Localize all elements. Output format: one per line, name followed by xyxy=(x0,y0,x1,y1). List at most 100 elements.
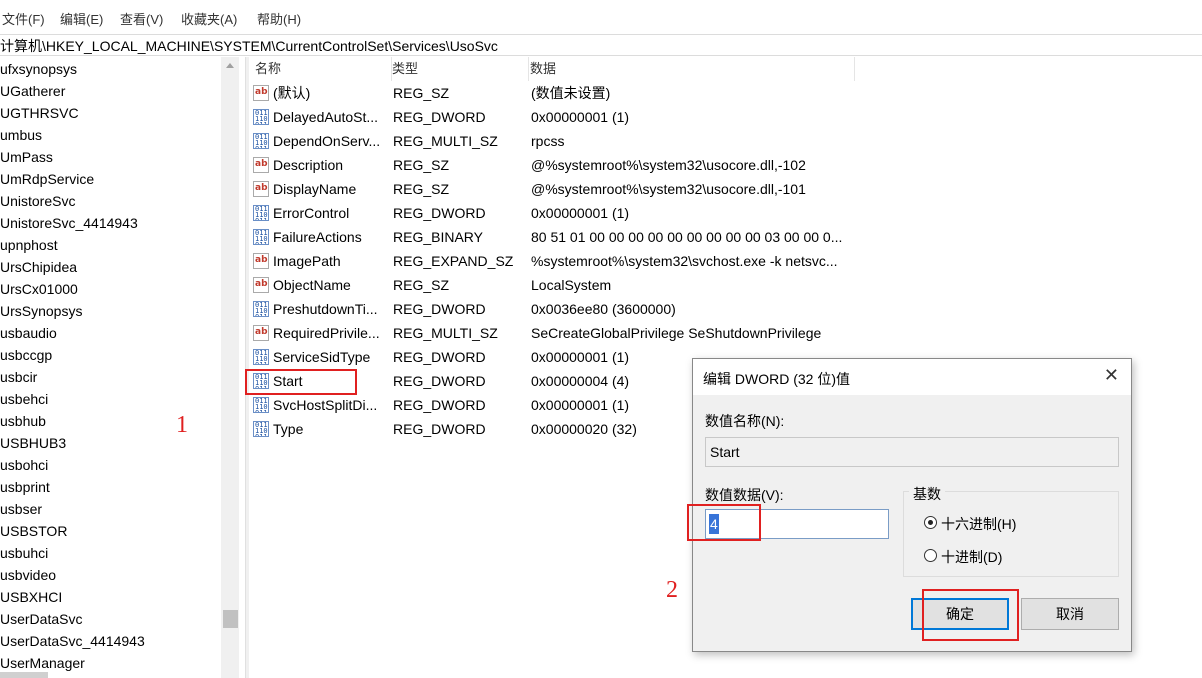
tree-item[interactable]: umbus xyxy=(0,124,42,146)
value-name: DisplayName xyxy=(273,181,357,197)
tree-item[interactable]: usbuhci xyxy=(0,542,48,564)
string-value-icon: ab xyxy=(253,85,269,101)
cancel-button[interactable]: 取消 xyxy=(1021,598,1119,630)
tree-item[interactable]: usbohci xyxy=(0,454,48,476)
tree-item[interactable]: UrsSynopsys xyxy=(0,300,82,322)
value-name: DependOnServ... xyxy=(273,133,381,149)
value-type: REG_SZ xyxy=(393,85,450,101)
value-type: REG_DWORD xyxy=(393,349,486,365)
value-type: REG_BINARY xyxy=(393,229,483,245)
value-name: FailureActions xyxy=(273,229,362,245)
value-name: (默认) xyxy=(273,85,311,101)
value-data: rpcss xyxy=(531,133,565,149)
string-value-icon: ab xyxy=(253,277,269,293)
binary-value-icon: 011 110 011 xyxy=(253,133,269,149)
value-name: ErrorControl xyxy=(273,205,350,221)
value-name: PreshutdownTi... xyxy=(273,301,378,317)
tree-item[interactable]: usbhub xyxy=(0,410,46,432)
value-name: ImagePath xyxy=(273,253,341,269)
tree-scrollbar[interactable] xyxy=(221,57,239,678)
string-value-icon: ab xyxy=(253,181,269,197)
start-highlight-box xyxy=(245,369,357,395)
tree-item[interactable]: usbvideo xyxy=(0,564,56,586)
scroll-thumb[interactable] xyxy=(223,610,238,628)
value-data: 0x00000001 (1) xyxy=(531,205,630,221)
tree-item[interactable]: UserDataSvc xyxy=(0,608,82,630)
string-value-icon: ab xyxy=(253,157,269,173)
value-type: REG_DWORD xyxy=(393,421,486,437)
tree-item[interactable]: usbser xyxy=(0,498,42,520)
value-type: REG_SZ xyxy=(393,181,450,197)
value-name: ServiceSidType xyxy=(273,349,371,365)
decimal-radio[interactable] xyxy=(924,549,937,562)
tree-item[interactable]: ufxsynopsys xyxy=(0,58,77,80)
value-type: REG_DWORD xyxy=(393,397,486,413)
annotation-number-1: 1 xyxy=(176,412,188,438)
value-row[interactable]: 011 110 011 PreshutdownTi... REG_DWORD 0x00… xyxy=(249,297,869,321)
menu-favorites[interactable]: 收藏夹(A) xyxy=(181,9,237,28)
tree-item[interactable]: upnphost xyxy=(0,234,58,256)
dialog-title: 编辑 DWORD (32 位)值 xyxy=(703,371,850,387)
key-tree: ufxsynopsys UGatherer UGTHRSVC umbus UmPass U… xyxy=(0,57,240,678)
menu-file[interactable]: 文件(F) xyxy=(2,9,45,28)
binary-value-icon: 011 110 011 xyxy=(253,229,269,245)
tree-item[interactable]: usbaudio xyxy=(0,322,57,344)
value-data: 0x0036ee80 (3600000) xyxy=(531,301,676,317)
tree-item[interactable]: USBHUB3 xyxy=(0,432,66,454)
tree-item[interactable]: UserDataSvc_4414943 xyxy=(0,630,145,652)
tree-item[interactable]: UserManager xyxy=(0,652,85,674)
value-row[interactable]: ab ImagePath REG_EXPAND_SZ %systemroot%\sys… xyxy=(249,249,869,273)
tree-item[interactable]: UrsChipidea xyxy=(0,256,77,278)
value-data: @%systemroot%\system32\usocore.dll,-102 xyxy=(531,157,806,173)
ok-highlight-box xyxy=(922,589,1019,641)
binary-value-icon: 011 110 011 xyxy=(253,397,269,413)
tree-item[interactable]: UnistoreSvc_4414943 xyxy=(0,212,138,234)
tree-item[interactable]: UmRdpService xyxy=(0,168,94,190)
tree-horizontal-scroll-thumb[interactable] xyxy=(0,672,48,678)
column-header-data[interactable]: 数据 xyxy=(524,57,855,81)
address-path[interactable]: 计算机\HKEY_LOCAL_MACHINE\SYSTEM\CurrentCon… xyxy=(0,36,498,56)
tree-item[interactable]: USBXHCI xyxy=(0,586,62,608)
scroll-up-arrow-icon[interactable] xyxy=(226,63,234,68)
tree-item[interactable]: UrsCx01000 xyxy=(0,278,78,300)
hex-radio-label[interactable]: 十六进制(H) xyxy=(941,514,1016,534)
value-row[interactable]: ab RequiredPrivile... REG_MULTI_SZ SeCreate… xyxy=(249,321,869,345)
value-name: SvcHostSplitDi... xyxy=(273,397,378,413)
tree-item[interactable]: usbprint xyxy=(0,476,50,498)
value-name-label: 数值名称(N): xyxy=(705,413,785,429)
column-header-type[interactable]: 类型 xyxy=(386,57,529,81)
column-header-name[interactable]: 名称 xyxy=(249,57,392,81)
value-row[interactable]: ab (默认) REG_SZ (数值未设置) xyxy=(249,81,869,105)
value-row[interactable]: ab ObjectName REG_SZ LocalSystem xyxy=(249,273,869,297)
tree-item[interactable]: UGTHRSVC xyxy=(0,102,79,124)
value-data: 80 51 01 00 00 00 00 00 00 00 00 00 03 0… xyxy=(531,229,843,245)
value-row[interactable]: ab DisplayName REG_SZ @%systemroot%\system3… xyxy=(249,177,869,201)
menu-help[interactable]: 帮助(H) xyxy=(257,9,301,28)
tree-item[interactable]: UnistoreSvc xyxy=(0,190,75,212)
value-type: REG_EXPAND_SZ xyxy=(393,253,514,269)
value-row[interactable]: ab Description REG_SZ @%systemroot%\system3… xyxy=(249,153,869,177)
value-row[interactable]: 011 110 011 FailureActions REG_BINARY 80 51… xyxy=(249,225,869,249)
tree-item[interactable]: usbehci xyxy=(0,388,48,410)
value-name: RequiredPrivile... xyxy=(273,325,380,341)
tree-item[interactable]: USBSTOR xyxy=(0,520,67,542)
tree-item[interactable]: usbcir xyxy=(0,366,37,388)
tree-item[interactable]: UmPass xyxy=(0,146,53,168)
binary-value-icon: 011 110 011 xyxy=(253,301,269,317)
tree-item[interactable]: UGatherer xyxy=(0,80,65,102)
dialog-title-bar[interactable]: 编辑 DWORD (32 位)值 ✕ xyxy=(693,359,1131,395)
menu-edit[interactable]: 编辑(E) xyxy=(60,9,103,28)
decimal-radio-label[interactable]: 十进制(D) xyxy=(941,547,1002,567)
base-group-title: 基数 xyxy=(909,484,945,504)
value-row[interactable]: 011 110 011 DelayedAutoSt... REG_DWORD 0x00… xyxy=(249,105,869,129)
value-row[interactable]: 011 110 011 ErrorControl REG_DWORD 0x000000… xyxy=(249,201,869,225)
value-type: REG_DWORD xyxy=(393,373,486,389)
string-value-icon: ab xyxy=(253,325,269,341)
binary-value-icon: 011 110 011 xyxy=(253,421,269,437)
tree-item[interactable]: usbccgp xyxy=(0,344,52,366)
hex-radio[interactable] xyxy=(924,516,937,529)
menu-view[interactable]: 查看(V) xyxy=(120,9,163,28)
address-bar[interactable]: 计算机\HKEY_LOCAL_MACHINE\SYSTEM\CurrentCon… xyxy=(0,34,1202,56)
close-icon[interactable]: ✕ xyxy=(1104,365,1119,386)
value-row[interactable]: 011 110 011 DependOnServ... REG_MULTI_SZ rp… xyxy=(249,129,869,153)
